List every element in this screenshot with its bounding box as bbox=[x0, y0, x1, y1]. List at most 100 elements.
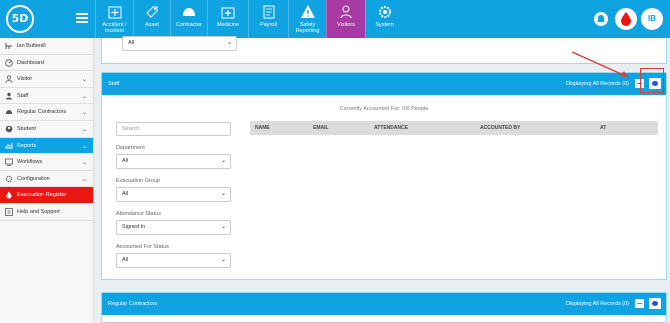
warning-icon bbox=[300, 5, 315, 18]
sidebar-item-student[interactable]: Student ⌄ bbox=[0, 121, 93, 138]
sidebar-item-label: Staff bbox=[17, 92, 29, 99]
nav-label: Asset bbox=[145, 22, 159, 28]
nav-system[interactable]: System bbox=[365, 0, 403, 38]
sidebar-item-reports[interactable]: Reports ⌄ bbox=[0, 137, 93, 155]
table-header: NAME EMAIL ATTENDANCE ACCOUNTED BY AT bbox=[250, 121, 658, 135]
nav-contractor[interactable]: Contractor bbox=[170, 0, 207, 38]
sidebar-item-label: Evacuation Register bbox=[17, 192, 67, 199]
sidebar-item-label: Configuration bbox=[17, 175, 50, 182]
notification-bell-icon[interactable] bbox=[594, 12, 608, 26]
chevron-down-icon: ⌄ bbox=[220, 224, 226, 230]
first-aid-icon bbox=[108, 6, 121, 19]
nav-asset[interactable]: Asset bbox=[133, 0, 170, 38]
chevron-down-icon: ⌄ bbox=[81, 93, 87, 100]
evacuation-group-label: Evacuation Group bbox=[116, 178, 161, 184]
nav-medicine[interactable]: Medicine bbox=[207, 0, 248, 38]
reports-icon bbox=[5, 142, 13, 149]
nav-safety-reporting[interactable]: Safety Reporting bbox=[288, 0, 326, 38]
chevron-down-icon: ⌄ bbox=[220, 257, 226, 263]
regular-contractors-panel-header: Regular Contractors Displaying All Recor… bbox=[102, 293, 666, 315]
panel-title: Staff bbox=[108, 81, 120, 87]
sidebar-item-workflows[interactable]: Workflows ⌄ bbox=[0, 154, 93, 171]
workflow-icon bbox=[5, 158, 13, 167]
fire-icon bbox=[6, 191, 12, 199]
column-header-accounted-by[interactable]: ACCOUNTED BY bbox=[480, 121, 520, 135]
sidebar-item-dashboard[interactable]: Dashboard bbox=[0, 55, 93, 72]
column-header-name[interactable]: NAME bbox=[255, 121, 270, 135]
sidebar-item-visitor[interactable]: Visitor ⌄ bbox=[0, 71, 93, 88]
accounted-for-status-select[interactable]: All ⌄ bbox=[116, 253, 231, 268]
sidebar-item-label: Regular Contractors bbox=[17, 109, 67, 116]
attendance-status-select[interactable]: Signed In ⌄ bbox=[116, 220, 231, 235]
annotation-highlight-box bbox=[640, 68, 664, 93]
gear-icon bbox=[378, 6, 391, 18]
regular-contractors-panel: Regular Contractors Displaying All Recor… bbox=[101, 292, 667, 323]
sidebar-item-user[interactable]: Ian Buttenill bbox=[0, 38, 93, 55]
chevron-down-icon: ⌄ bbox=[81, 143, 87, 150]
nav-label: Payroll bbox=[260, 22, 277, 28]
select-value: Signed In bbox=[122, 224, 146, 230]
chevron-down-icon: ⌄ bbox=[81, 110, 87, 117]
sidebar-item-staff[interactable]: Staff ⌄ bbox=[0, 88, 93, 105]
sidebar-item-evacuation-register[interactable]: Evacuation Register bbox=[0, 187, 93, 204]
dashboard-icon bbox=[5, 58, 13, 67]
department-select[interactable]: All ⌄ bbox=[116, 154, 231, 169]
config-icon bbox=[5, 175, 13, 182]
chevron-down-icon: ⌄ bbox=[81, 176, 87, 183]
search-input[interactable]: Search bbox=[116, 122, 231, 136]
select-value: All bbox=[128, 40, 135, 46]
nav-label: Accident / Incident bbox=[102, 22, 127, 34]
column-header-at[interactable]: AT bbox=[600, 121, 606, 135]
visitor-icon bbox=[5, 75, 13, 83]
accounted-for-count: Currently Accounted For: 0/0 People bbox=[339, 106, 429, 112]
contractor-icon bbox=[6, 110, 12, 115]
nav-visitors[interactable]: Visitors bbox=[326, 0, 365, 38]
sidebar-item-label: Dashboard bbox=[17, 59, 44, 66]
chevron-down-icon: ⌄ bbox=[226, 40, 232, 46]
menu-toggle-icon[interactable] bbox=[76, 13, 88, 25]
select-value: All bbox=[122, 257, 129, 263]
column-header-email[interactable]: EMAIL bbox=[313, 121, 329, 135]
sidebar-item-label: Help and Support bbox=[17, 208, 60, 215]
nav-label: Contractor bbox=[176, 22, 202, 28]
user-avatar[interactable]: IB bbox=[641, 8, 663, 30]
user-tree-icon bbox=[5, 43, 12, 49]
record-count: Displaying All Records (0) bbox=[566, 301, 629, 307]
annotation-arrow bbox=[571, 51, 629, 78]
nav-payroll[interactable]: Payroll bbox=[248, 0, 288, 38]
person-icon bbox=[340, 5, 352, 19]
sidebar-item-regular-contractors[interactable]: Regular Contractors ⌄ bbox=[0, 104, 93, 121]
sidebar-item-label: Ian Buttenill bbox=[17, 43, 46, 49]
hardhat-icon bbox=[183, 8, 195, 16]
sidebar: Ian Buttenill Dashboard Visitor ⌄ Staff … bbox=[0, 38, 94, 323]
top-filter-select[interactable]: All ⌄ bbox=[122, 36, 237, 51]
chevron-down-icon: ⌄ bbox=[81, 126, 87, 133]
evacuation-alert-icon[interactable] bbox=[615, 8, 637, 30]
chevron-down-icon: ⌄ bbox=[81, 160, 87, 167]
department-label: Department bbox=[116, 145, 145, 151]
nav-label: System bbox=[375, 22, 394, 28]
sidebar-item-help-and-support[interactable]: Help and Support bbox=[0, 204, 93, 221]
sidebar-item-label: Reports bbox=[17, 142, 37, 149]
staff-icon bbox=[6, 92, 12, 100]
collapse-button[interactable] bbox=[635, 299, 644, 308]
top-bar: 5D Accident / Incident Asset Contractor … bbox=[0, 0, 670, 38]
select-value: All bbox=[122, 158, 129, 164]
document-icon bbox=[263, 5, 274, 19]
medkit-icon bbox=[221, 7, 235, 19]
select-value: All bbox=[122, 191, 129, 197]
help-icon bbox=[5, 208, 13, 216]
view-button[interactable] bbox=[649, 298, 661, 309]
chevron-down-icon: ⌄ bbox=[220, 158, 226, 164]
app-logo[interactable]: 5D bbox=[6, 5, 34, 33]
chevron-down-icon: ⌄ bbox=[220, 191, 226, 197]
student-icon bbox=[5, 125, 13, 133]
chevron-down-icon: ⌄ bbox=[81, 77, 87, 84]
evacuation-group-select[interactable]: All ⌄ bbox=[116, 187, 231, 202]
sidebar-item-configuration[interactable]: Configuration ⌄ bbox=[0, 171, 93, 188]
accounted-for-status-label: Accounted For Status bbox=[116, 244, 169, 250]
nav-accident-incident[interactable]: Accident / Incident bbox=[95, 0, 133, 38]
sidebar-item-label: Student bbox=[17, 125, 36, 132]
staff-panel: Staff Displaying All Records (0) Current… bbox=[101, 72, 667, 280]
column-header-attendance[interactable]: ATTENDANCE bbox=[374, 121, 408, 135]
